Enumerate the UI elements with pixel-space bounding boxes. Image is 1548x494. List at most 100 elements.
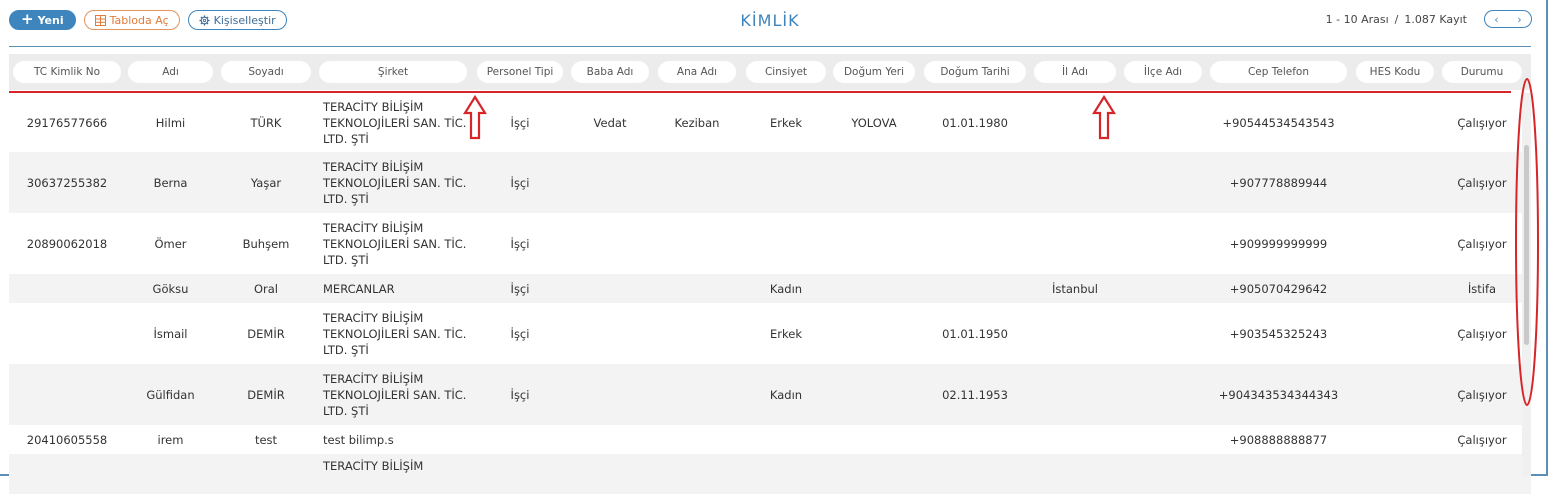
table-body: 29176577666 Hilmi TÜRK TERACİTY BİLİŞİM …: [9, 93, 1531, 494]
cell-cep-telefon: +903545325243: [1229, 326, 1328, 341]
cell-durumu: Çalışıyor: [1457, 175, 1507, 190]
cell-dogum-tarihi: 01.01.1950: [942, 326, 1008, 341]
table-row[interactable]: TERACİTY BİLİŞİM: [9, 454, 1531, 494]
cell-dogum-tarihi: [924, 213, 1026, 274]
cell-dogum-yeri: [833, 213, 915, 274]
pagination: 1 - 10 Arası / 1.087 Kayıt ‹ ›: [1326, 10, 1532, 28]
column-header-durumu[interactable]: Durumu: [1442, 61, 1522, 83]
cell-personel-tipi: İşçi: [510, 281, 530, 296]
table-row[interactable]: 29176577666 Hilmi TÜRK TERACİTY BİLİŞİM …: [9, 93, 1531, 152]
cell-soyad: Buhşem: [242, 236, 290, 251]
cell-ad: Berna: [153, 175, 188, 190]
column-header-cinsiyet[interactable]: Cinsiyet: [746, 61, 826, 83]
column-header-dogum-tarihi[interactable]: Doğum Tarihi: [924, 61, 1026, 83]
cell-ilce-adi: [1124, 274, 1202, 303]
table-row[interactable]: İsmail DEMİR TERACİTY BİLİŞİM TEKNOLOJİL…: [9, 303, 1531, 364]
cell-il-adi: [1034, 303, 1116, 364]
column-header-tc[interactable]: TC Kimlik No: [13, 61, 121, 83]
cell-ana-adi: Keziban: [674, 115, 720, 130]
next-page-button[interactable]: ›: [1508, 11, 1531, 27]
cell-sirket: TERACİTY BİLİŞİM: [323, 459, 424, 473]
cell-ad: Gülfidan: [146, 387, 195, 402]
cell-il-adi: [1034, 93, 1116, 152]
page-title: KİMLİK: [740, 11, 800, 30]
cell-ilce-adi: [1124, 303, 1202, 364]
cell-il-adi: İstanbul: [1051, 281, 1098, 296]
cell-ilce-adi: [1124, 152, 1202, 213]
column-header-baba-adi[interactable]: Baba Adı: [571, 61, 649, 83]
cell-personel-tipi: İşçi: [510, 387, 530, 402]
cell-hes-kodu: [1356, 303, 1434, 364]
cell-dogum-tarihi: 01.01.1980: [942, 115, 1008, 130]
table-row[interactable]: 20410605558 irem test test bilimp.s +908…: [9, 425, 1531, 454]
column-header-ad[interactable]: Adı: [128, 61, 213, 83]
pager-total: 1.087 Kayıt: [1404, 12, 1467, 26]
vertical-scrollbar-thumb[interactable]: [1524, 145, 1529, 345]
column-header-personel-tipi[interactable]: Personel Tipi: [477, 61, 563, 83]
cell-baba-adi: [571, 152, 649, 213]
cell-durumu: Çalışıyor: [1457, 115, 1507, 130]
table-row[interactable]: Göksu Oral MERCANLAR İşçi Kadın İstanbul…: [9, 274, 1531, 303]
cell-ilce-adi: [1124, 213, 1202, 274]
cell-il-adi: [1034, 213, 1116, 274]
column-header-hes-kodu[interactable]: HES Kodu: [1356, 61, 1434, 83]
cell-durumu: Çalışıyor: [1457, 326, 1507, 341]
cell-ana-adi: [658, 152, 736, 213]
cell-hes-kodu: [1356, 152, 1434, 213]
cell-ana-adi: [658, 364, 736, 425]
cell-il-adi: [1034, 425, 1116, 454]
cell-dogum-yeri: [833, 274, 915, 303]
table-row[interactable]: 20890062018 Ömer Buhşem TERACİTY BİLİŞİM…: [9, 213, 1531, 274]
cell-cinsiyet: Kadın: [769, 281, 803, 296]
cell-dogum-yeri: [833, 303, 915, 364]
cell-dogum-tarihi: [924, 152, 1026, 213]
header-divider: [9, 46, 1531, 47]
column-header-soyad[interactable]: Soyadı: [221, 61, 311, 83]
column-header-il-adi[interactable]: İl Adı: [1034, 61, 1116, 83]
cell-baba-adi: [571, 303, 649, 364]
cell-cinsiyet: [746, 425, 826, 454]
cell-baba-adi: [571, 213, 649, 274]
cell-durumu: Çalışıyor: [1457, 236, 1507, 251]
cell-cinsiyet: Kadın: [769, 387, 803, 402]
cell-cep-telefon: [1210, 454, 1347, 494]
column-header-ilce-adi[interactable]: İlçe Adı: [1124, 61, 1202, 83]
cell-tc: 29176577666: [26, 115, 108, 130]
cell-tc: [13, 274, 121, 303]
cell-soyad: Yaşar: [250, 175, 282, 190]
cell-tc: 30637255382: [26, 175, 108, 190]
cell-hes-kodu: [1356, 93, 1434, 152]
column-header-dogum-yeri[interactable]: Doğum Yeri: [833, 61, 915, 83]
column-header-sirket[interactable]: Şirket: [319, 61, 467, 83]
cell-baba-adi: [571, 274, 649, 303]
cell-durumu: [1442, 454, 1522, 494]
cell-hes-kodu: [1356, 425, 1434, 454]
cell-ilce-adi: [1124, 364, 1202, 425]
cell-baba-adi: [571, 364, 649, 425]
cell-cinsiyet: Erkek: [770, 326, 802, 341]
cell-ana-adi: [658, 213, 736, 274]
table-row[interactable]: Gülfidan DEMİR TERACİTY BİLİŞİM TEKNOLOJ…: [9, 364, 1531, 425]
column-header-cep-telefon[interactable]: Cep Telefon: [1210, 61, 1347, 83]
prev-page-button[interactable]: ‹: [1485, 11, 1508, 27]
cell-cep-telefon: +90544534543543: [1222, 115, 1335, 130]
cell-cep-telefon: +907778889944: [1229, 175, 1328, 190]
cell-cep-telefon: +908888888877: [1229, 432, 1328, 447]
cell-ilce-adi: [1124, 425, 1202, 454]
cell-dogum-tarihi: [924, 425, 1026, 454]
cell-soyad: DEMİR: [247, 387, 285, 402]
cell-sirket: TERACİTY BİLİŞİM TEKNOLOJİLERİ SAN. TİC.…: [323, 310, 467, 357]
table-row[interactable]: 30637255382 Berna Yaşar TERACİTY BİLİŞİM…: [9, 152, 1531, 213]
cell-ad: Hilmi: [155, 115, 186, 130]
cell-durumu: Çalışıyor: [1457, 387, 1507, 402]
cell-dogum-yeri: [833, 425, 915, 454]
cell-ana-adi: [658, 274, 736, 303]
cell-dogum-yeri: [833, 364, 915, 425]
cell-hes-kodu: [1356, 213, 1434, 274]
cell-personel-tipi: İşçi: [510, 175, 530, 190]
cell-sirket: TERACİTY BİLİŞİM TEKNOLOJİLERİ SAN. TİC.…: [323, 159, 467, 206]
column-header-bar: TC Kimlik No Adı Soyadı Şirket Personel …: [9, 54, 1531, 90]
cell-soyad: TÜRK: [250, 115, 282, 130]
column-header-ana-adi[interactable]: Ana Adı: [658, 61, 736, 83]
cell-tc: [13, 303, 121, 364]
